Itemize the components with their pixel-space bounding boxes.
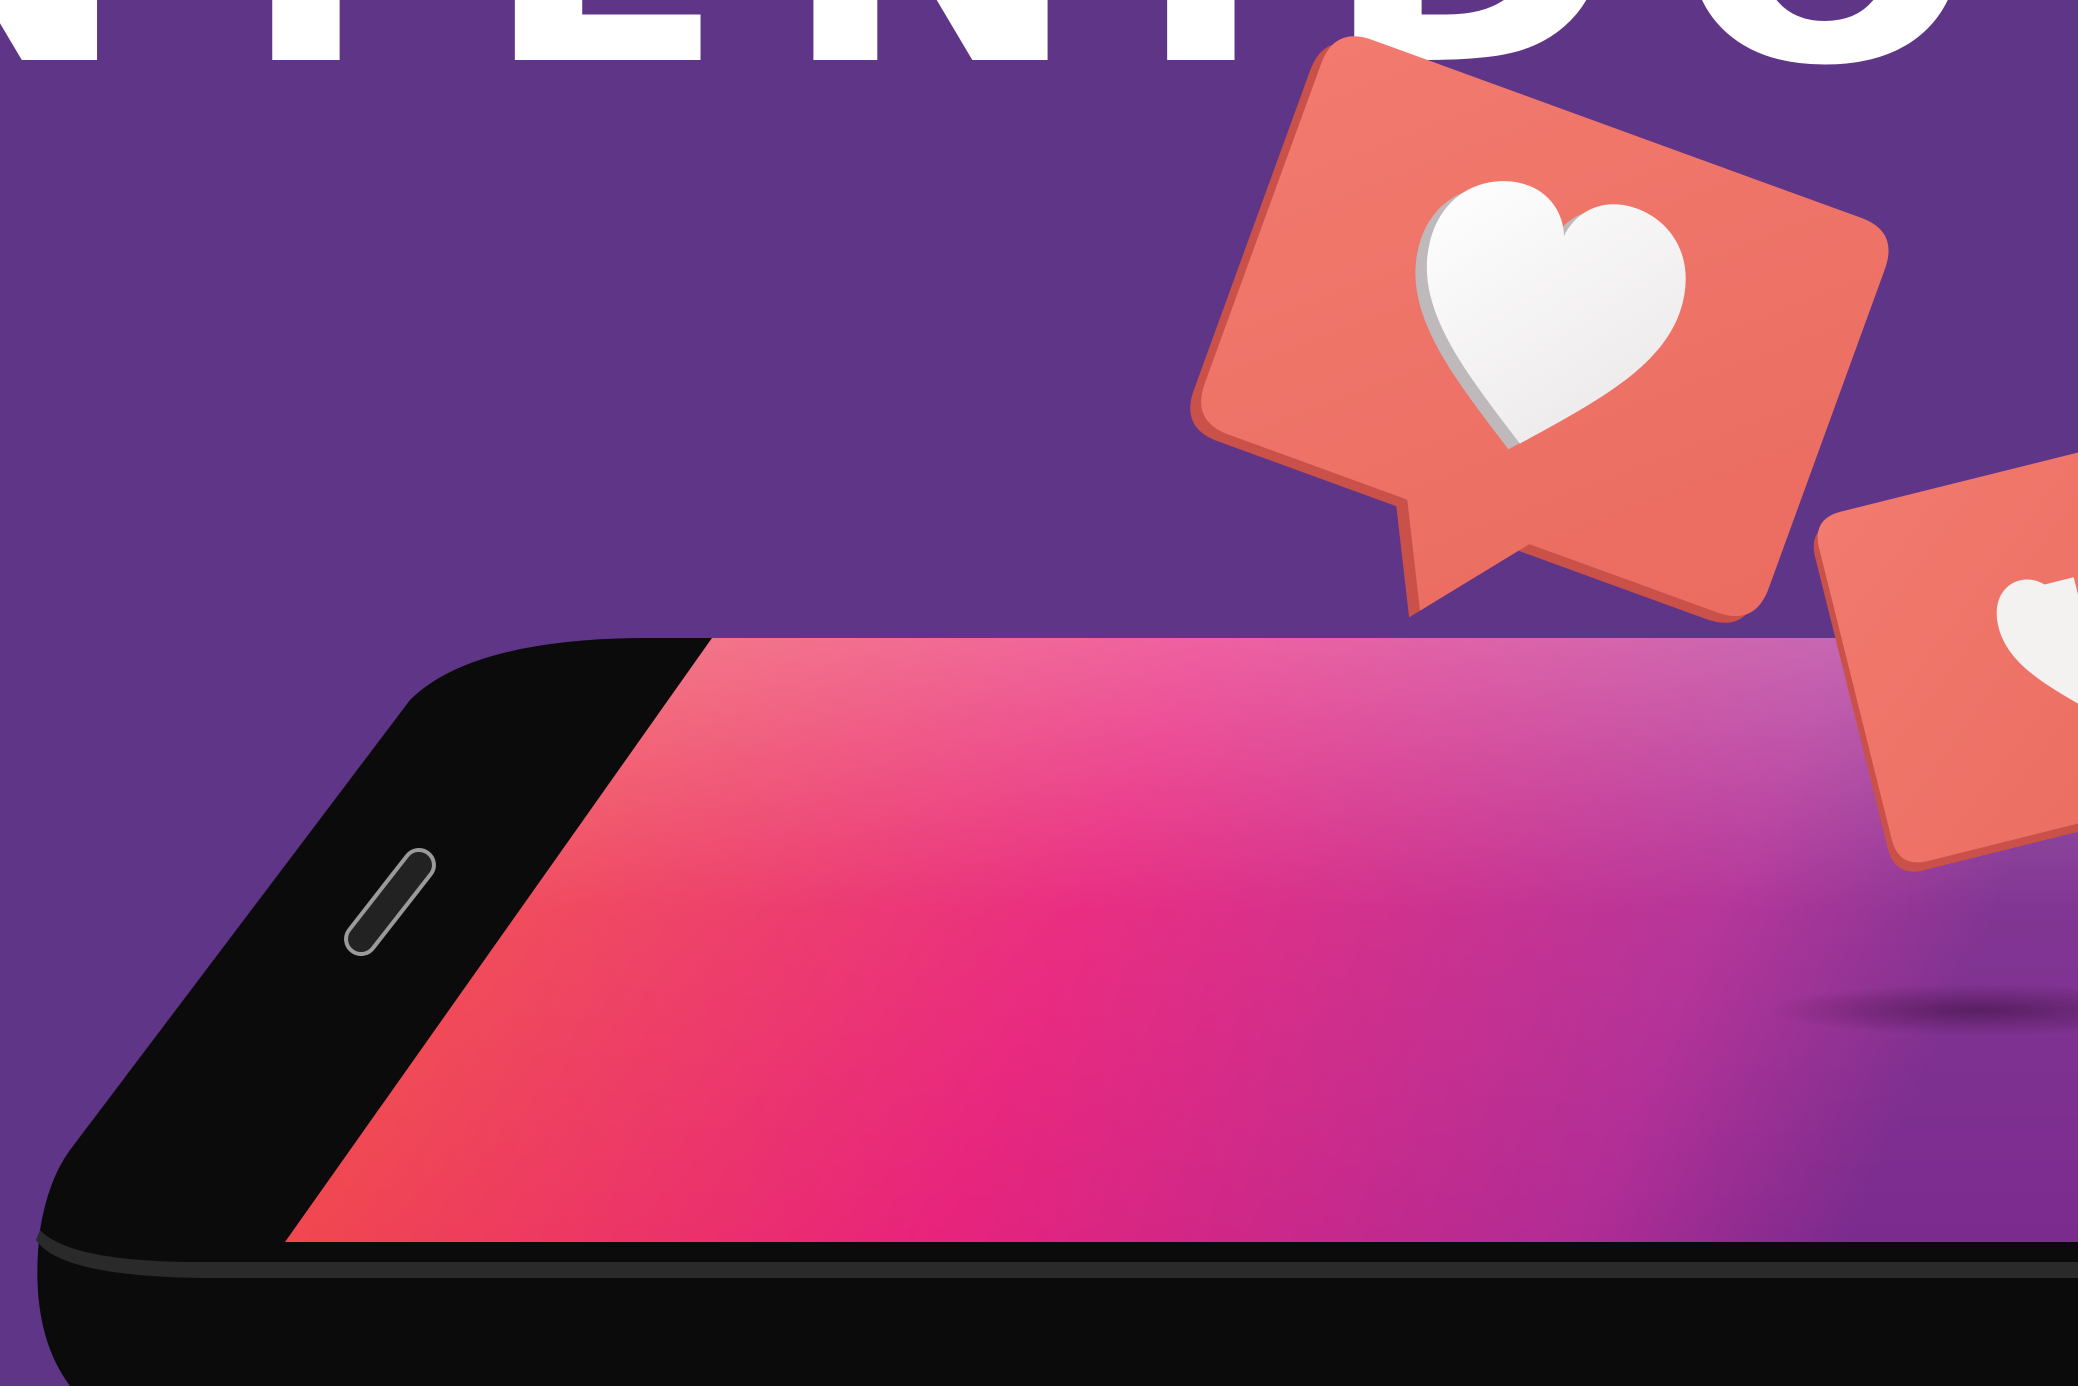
banner-image: NTENIDO D [0,0,2078,1386]
like-bubble-icon [1190,36,1889,623]
illustration [36,36,2078,1386]
smartphone-icon [36,638,2078,1386]
